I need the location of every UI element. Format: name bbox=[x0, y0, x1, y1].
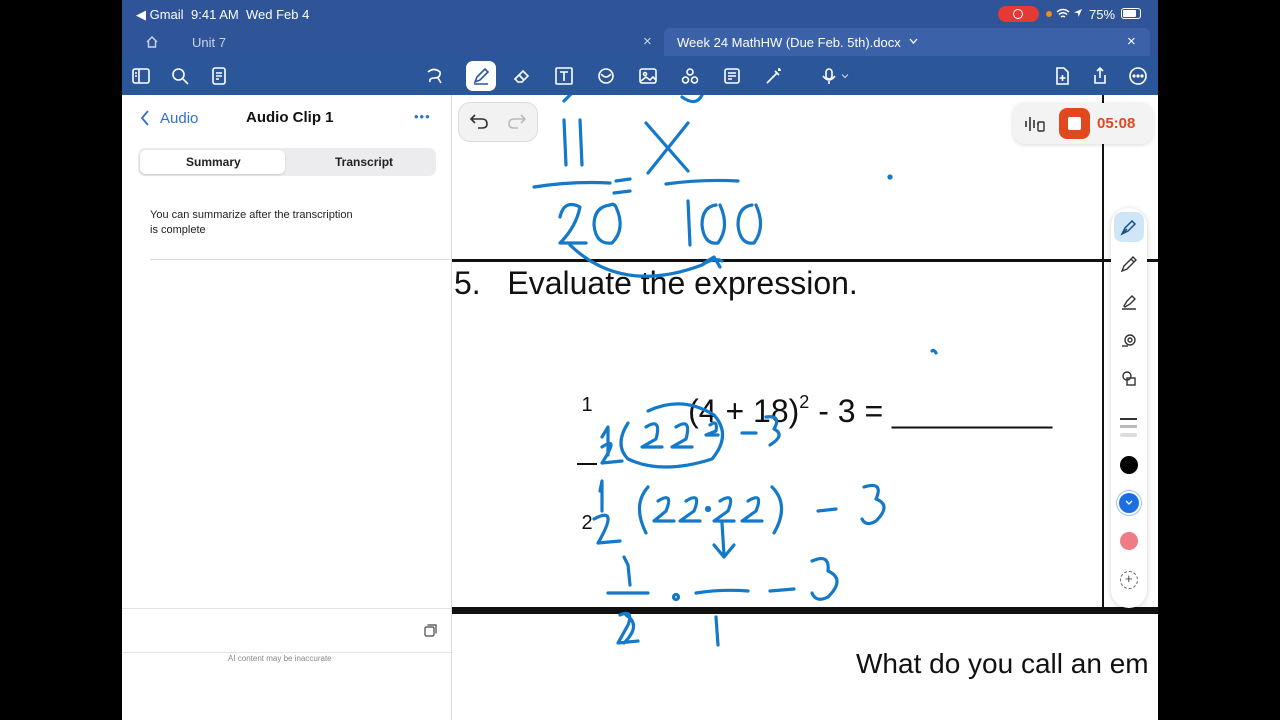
shapes-button[interactable] bbox=[592, 62, 620, 90]
undo-icon[interactable] bbox=[469, 112, 489, 130]
recording-control: 05:08 bbox=[1013, 103, 1153, 144]
notes-button[interactable] bbox=[205, 62, 233, 90]
divider bbox=[122, 608, 451, 609]
template-icon bbox=[724, 68, 740, 84]
document-canvas[interactable]: 5. Evaluate the expression. 1 2 (4 + 18)… bbox=[452, 95, 1158, 720]
tab-week24-mathhw[interactable]: Week 24 MathHW (Due Feb. 5th).docx × bbox=[664, 28, 1150, 56]
pen-tools-palette: + bbox=[1111, 208, 1147, 608]
chevron-down-icon bbox=[841, 74, 849, 79]
pencil-icon[interactable] bbox=[1120, 255, 1138, 273]
status-date: Wed Feb 4 bbox=[246, 7, 310, 22]
lasso-button[interactable] bbox=[420, 62, 448, 90]
microphone-icon bbox=[822, 68, 836, 84]
magic-wand-icon bbox=[766, 68, 781, 84]
color-swatch-black[interactable] bbox=[1120, 456, 1138, 474]
add-page-icon bbox=[1056, 67, 1069, 85]
stop-recording-button[interactable] bbox=[1059, 108, 1090, 139]
ipad-screen: ◀ Gmail 9:41 AM Wed Feb 4 75% Unit 7 × W… bbox=[122, 0, 1158, 720]
text-box-button[interactable] bbox=[550, 62, 578, 90]
color-swatch-pink[interactable] bbox=[1120, 532, 1138, 550]
template-button[interactable] bbox=[718, 62, 746, 90]
close-active-tab-icon[interactable]: × bbox=[1127, 33, 1136, 50]
eraser-tool-icon[interactable] bbox=[1120, 331, 1138, 349]
share-button[interactable] bbox=[1086, 62, 1114, 90]
location-icon bbox=[1074, 9, 1082, 17]
audio-back-link[interactable]: Audio bbox=[160, 110, 198, 127]
tab-unit-7[interactable]: Unit 7 bbox=[192, 35, 226, 50]
highlighter-icon[interactable] bbox=[1120, 293, 1138, 311]
close-tab-icon[interactable]: × bbox=[643, 33, 652, 50]
share-icon bbox=[1094, 66, 1106, 84]
add-color-button[interactable]: + bbox=[1120, 571, 1138, 589]
transcript-tab-label[interactable]: Transcript bbox=[335, 155, 393, 169]
summary-transcript-switch: Summary Transcript bbox=[138, 148, 436, 176]
more-icon bbox=[1129, 67, 1147, 85]
notes-icon bbox=[212, 67, 226, 85]
chevron-left-icon[interactable] bbox=[140, 110, 150, 126]
back-to-app-link[interactable]: ◀ Gmail bbox=[136, 7, 184, 23]
pen-button[interactable] bbox=[466, 61, 496, 91]
magic-button[interactable] bbox=[760, 62, 788, 90]
fountain-pen-tool[interactable] bbox=[1114, 212, 1144, 242]
screen-recording-indicator[interactable] bbox=[998, 6, 1039, 22]
color-swatch-blue[interactable] bbox=[1119, 493, 1139, 513]
sidebar-toggle-button[interactable] bbox=[127, 62, 155, 90]
stickers-icon bbox=[681, 68, 699, 84]
status-time: 9:41 AM bbox=[191, 7, 239, 22]
more-options-button[interactable] bbox=[1124, 62, 1152, 90]
search-icon bbox=[172, 68, 189, 85]
document-tab-bar: Unit 7 × Week 24 MathHW (Due Feb. 5th).d… bbox=[122, 28, 1158, 56]
battery-percent: 75% bbox=[1089, 7, 1116, 22]
shapes-tool-icon[interactable] bbox=[1120, 369, 1138, 387]
lasso-icon bbox=[427, 68, 442, 84]
summary-message-line1: You can summarize after the transcriptio… bbox=[150, 209, 353, 221]
sidebar-icon bbox=[132, 68, 150, 84]
shapes-icon bbox=[598, 68, 614, 84]
recording-timer: 05:08 bbox=[1097, 115, 1136, 132]
pen-icon bbox=[473, 67, 490, 85]
add-page-button[interactable] bbox=[1048, 62, 1076, 90]
text-box-icon bbox=[555, 67, 573, 85]
chevron-down-icon[interactable] bbox=[909, 38, 918, 45]
summary-message: You can summarize after the transcriptio… bbox=[150, 208, 353, 238]
eraser-icon bbox=[513, 69, 530, 83]
waveform-icon[interactable] bbox=[1023, 114, 1045, 134]
status-bar: ◀ Gmail 9:41 AM Wed Feb 4 75% bbox=[122, 0, 1158, 28]
active-tab-label: Week 24 MathHW (Due Feb. 5th).docx bbox=[677, 35, 901, 50]
audio-clip-title: Audio Clip 1 bbox=[246, 109, 334, 126]
mic-dot-icon bbox=[1046, 11, 1052, 17]
audio-more-button[interactable]: ••• bbox=[414, 109, 431, 124]
battery-icon bbox=[1121, 8, 1141, 19]
handwritten-work bbox=[532, 95, 938, 647]
fountain-pen-icon bbox=[1120, 219, 1137, 236]
stop-icon bbox=[1068, 117, 1081, 130]
ai-disclaimer: AI content may be inaccurate bbox=[228, 654, 332, 663]
ink-toolbar bbox=[122, 56, 1158, 95]
plus-icon: + bbox=[1125, 571, 1133, 586]
undo-redo-control bbox=[458, 102, 538, 142]
summary-message-line2: is complete bbox=[150, 224, 206, 236]
stickers-button[interactable] bbox=[676, 62, 704, 90]
divider bbox=[122, 652, 451, 653]
chevron-down-icon bbox=[1125, 500, 1133, 505]
image-icon bbox=[639, 68, 657, 84]
redo-icon[interactable] bbox=[507, 112, 527, 130]
divider bbox=[150, 259, 451, 260]
stroke-width-selector[interactable] bbox=[1120, 418, 1137, 437]
search-button[interactable] bbox=[166, 62, 194, 90]
summary-tab-label[interactable]: Summary bbox=[186, 155, 241, 169]
home-icon[interactable] bbox=[145, 35, 159, 49]
copy-icon[interactable] bbox=[424, 624, 437, 637]
image-button[interactable] bbox=[634, 62, 662, 90]
audio-sidebar: Audio Audio Clip 1 ••• Summary Transcrip… bbox=[122, 95, 452, 720]
wifi-icon bbox=[1056, 8, 1070, 18]
eraser-button[interactable] bbox=[508, 62, 536, 90]
audio-record-button[interactable] bbox=[812, 62, 856, 90]
